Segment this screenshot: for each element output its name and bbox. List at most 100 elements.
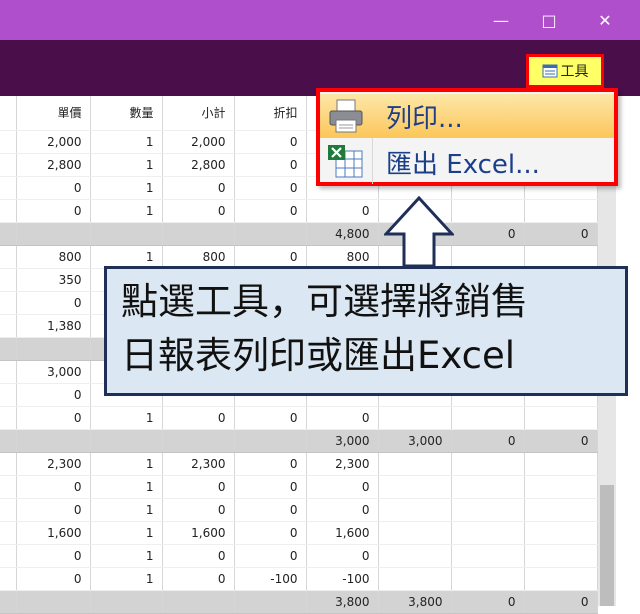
table-cell: 0	[524, 222, 598, 246]
table-cell: 1,380	[16, 314, 91, 338]
export-excel-label: 匯出 Excel...	[386, 149, 540, 180]
table-cell: 0	[162, 475, 235, 499]
table-row[interactable]: 01000	[0, 498, 598, 522]
table-cell: -100	[306, 567, 379, 591]
table-cell: 1	[90, 452, 163, 476]
table-cell: 0	[306, 498, 379, 522]
table-row[interactable]: 01000	[0, 406, 598, 430]
table-cell	[234, 590, 307, 614]
table-cell	[451, 567, 525, 591]
table-row[interactable]: 01000	[0, 544, 598, 568]
menu-item-print[interactable]: 列印...	[320, 94, 614, 138]
table-cell: 0	[234, 245, 307, 269]
table-cell	[524, 406, 598, 430]
table-cell: 0	[16, 291, 91, 315]
table-cell: 0	[162, 199, 235, 223]
table-cell: 1	[90, 153, 163, 177]
table-cell: 0	[234, 176, 307, 200]
table-cell: 0	[524, 590, 598, 614]
maximize-button[interactable]: □	[526, 0, 572, 40]
table-cell: 0	[234, 452, 307, 476]
tools-label: 工具	[560, 64, 589, 80]
table-cell: 0	[16, 544, 91, 568]
table-cell: 0	[234, 521, 307, 545]
table-cell: 0	[306, 475, 379, 499]
tools-button[interactable]: 工具	[526, 54, 604, 88]
subtotal-row[interactable]: 3,000 3,000 0 0	[0, 429, 598, 453]
table-cell: 0	[16, 406, 91, 430]
table-row[interactable]: 1,600 1 1,600 0 1,600	[0, 521, 598, 545]
table-cell: 0	[451, 590, 525, 614]
table-cell: -100	[234, 567, 307, 591]
minimize-button[interactable]: —	[478, 0, 524, 40]
table-cell: 1	[90, 406, 163, 430]
table-cell: 0	[234, 406, 307, 430]
table-cell: 800	[306, 245, 379, 269]
table-cell: 2,300	[306, 452, 379, 476]
table-row[interactable]: 800 1 800 0 800	[0, 245, 598, 269]
table-cell	[90, 222, 163, 246]
subtotal-row[interactable]: 4,800 0 0	[0, 222, 598, 246]
table-row[interactable]: 0 1 0 -100 -100	[0, 567, 598, 591]
close-button[interactable]: ✕	[582, 0, 628, 40]
table-cell: 1	[90, 199, 163, 223]
subtotal-row[interactable]: 3,800 3,800 0 0	[0, 590, 598, 614]
table-cell	[16, 429, 91, 453]
table-cell: 2,800	[16, 153, 91, 177]
table-cell: 1	[90, 475, 163, 499]
table-cell	[162, 429, 235, 453]
callout-line-1: 點選工具，可選擇將銷售	[121, 280, 528, 323]
table-cell	[451, 498, 525, 522]
table-cell: 3,800	[306, 590, 379, 614]
table-cell	[524, 521, 598, 545]
table-cell: 2,300	[162, 452, 235, 476]
table-cell: 0	[451, 429, 525, 453]
table-cell	[524, 199, 598, 223]
table-cell: 2,000	[162, 130, 235, 154]
table-row[interactable]: 2,300 1 2,300 0 2,300	[0, 452, 598, 476]
table-cell	[16, 222, 91, 246]
tools-dropdown-menu: 列印... 匯出 Excel...	[316, 88, 618, 186]
table-cell	[451, 245, 525, 269]
table-cell: 0	[16, 176, 91, 200]
table-cell	[16, 590, 91, 614]
table-cell: 3,000	[378, 429, 452, 453]
up-arrow-icon	[384, 196, 454, 268]
list-icon	[542, 64, 557, 78]
table-cell: 0	[234, 153, 307, 177]
table-cell: 1	[90, 521, 163, 545]
table-cell: 0	[524, 429, 598, 453]
table-cell: 1	[90, 544, 163, 568]
table-cell: 1	[90, 567, 163, 591]
printer-icon	[329, 99, 363, 133]
table-cell	[451, 475, 525, 499]
table-cell	[451, 406, 525, 430]
table-cell	[451, 544, 525, 568]
scrollbar-thumb[interactable]	[600, 485, 614, 606]
table-cell: 0	[234, 130, 307, 154]
table-cell	[378, 521, 452, 545]
table-cell	[524, 498, 598, 522]
table-cell: 3,000	[16, 360, 91, 384]
table-cell: 800	[162, 245, 235, 269]
table-cell	[378, 406, 452, 430]
table-cell: 1	[90, 498, 163, 522]
table-cell: 1	[90, 130, 163, 154]
table-cell: 2,800	[162, 153, 235, 177]
table-row[interactable]: 01000	[0, 199, 598, 223]
table-cell: 1	[90, 176, 163, 200]
table-cell: 350	[16, 268, 91, 292]
col-header-quantity: 數量	[90, 96, 163, 131]
table-row[interactable]: 01000	[0, 475, 598, 499]
print-label: 列印...	[386, 103, 463, 134]
table-cell: 3,000	[306, 429, 379, 453]
table-cell: 0	[306, 406, 379, 430]
table-cell: 0	[16, 475, 91, 499]
table-cell: 0	[162, 567, 235, 591]
table-cell	[378, 452, 452, 476]
menu-item-export-excel[interactable]: 匯出 Excel...	[320, 140, 614, 184]
table-cell: 0	[162, 544, 235, 568]
table-cell	[524, 544, 598, 568]
table-cell	[524, 475, 598, 499]
table-cell	[524, 567, 598, 591]
